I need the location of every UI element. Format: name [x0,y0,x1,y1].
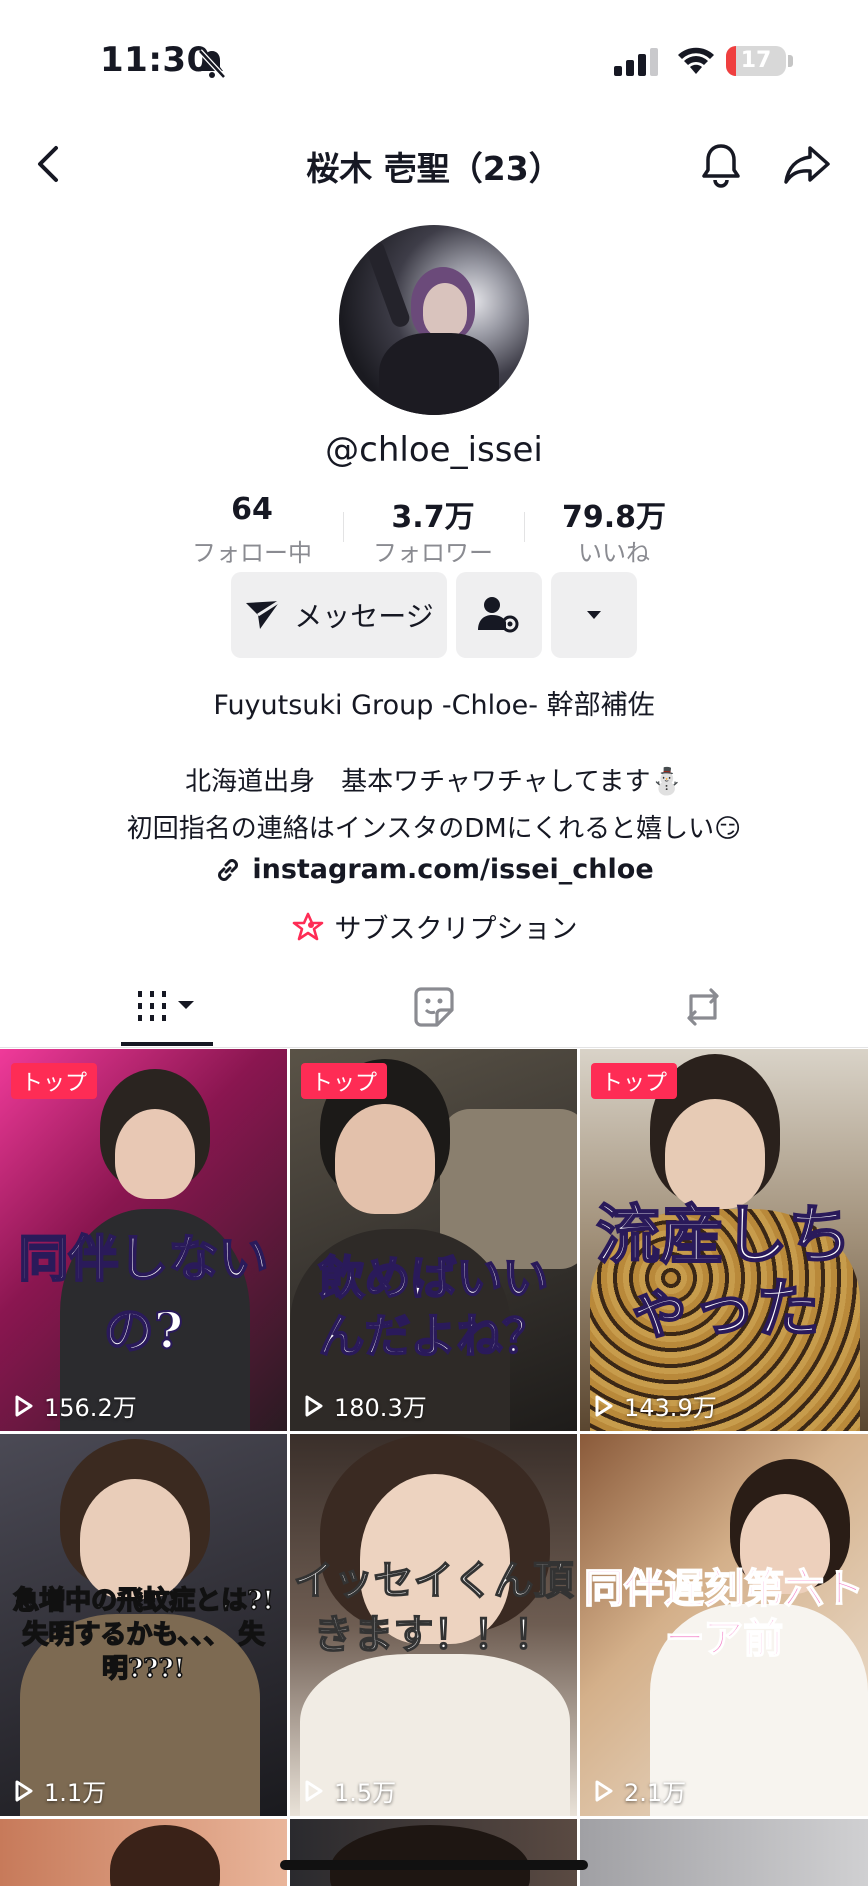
person-face [80,1479,190,1599]
video-tile[interactable]: イッセイくん頂きます！！！ 1.5万 [290,1434,577,1816]
play-icon [305,1780,323,1801]
bell-muted-icon [198,49,226,79]
view-count: 2.1万 [594,1773,686,1808]
following-label: フォロー中 [192,539,312,567]
profile-link-text: instagram.com/issei_chloe [252,854,654,885]
repost-icon[interactable] [681,986,725,1028]
video-caption: 同伴しないの? [18,1228,270,1361]
battery-percent: 17 [740,48,772,73]
play-icon [15,1395,33,1416]
person-face [665,1099,765,1209]
video-tile[interactable]: 飲めばいいんだよね？ トップ 180.3万 [290,1049,577,1431]
view-count-text: 180.3万 [334,1394,427,1422]
video-tile[interactable]: 急増中の飛蚊症とは?! 失明するかも、、、 失明???! 1.1万 [0,1434,287,1816]
play-icon [595,1395,613,1416]
wifi-icon [678,47,714,74]
send-icon [246,599,282,629]
avatar[interactable] [339,225,529,415]
view-count-text: 1.5万 [334,1779,397,1807]
bell-icon[interactable] [696,142,746,188]
video-tile[interactable] [290,1819,577,1886]
caret-down-icon [587,611,601,619]
bio-line: 初回指名の連絡はインスタのDMにくれると嬉しい😏 [126,814,742,844]
video-tile[interactable]: 同伴遅刻第六トーア前 2.1万 [580,1434,868,1816]
likes-count[interactable]: 79.8万 [514,492,714,536]
view-count-text: 156.2万 [44,1394,137,1422]
video-tile[interactable] [580,1819,868,1886]
play-icon [305,1395,323,1416]
message-button-label: メッセージ [294,600,434,633]
view-count: 1.5万 [304,1773,396,1808]
play-icon [15,1780,33,1801]
page-title: 桜木 壱聖（23） [306,149,562,188]
message-button[interactable]: メッセージ [231,572,447,658]
link-icon [218,858,239,881]
active-tab-indicator [121,1042,213,1046]
followers-count[interactable]: 3.7万 [333,492,533,536]
video-caption: 飲めばいいんだよね？ [318,1250,550,1364]
play-icon [595,1780,613,1801]
following-count[interactable]: 64 [152,492,352,527]
video-thumbnail [580,1819,868,1886]
chevron-left-icon[interactable] [34,144,62,184]
view-count: 1.1万 [14,1773,106,1808]
view-count: 156.2万 [14,1388,137,1423]
cellular-signal-icon [614,48,658,76]
top-badge: トップ [591,1063,678,1099]
top-badge: トップ [11,1063,98,1099]
profile-group: Fuyutsuki Group -Chloe- 幹部補佐 [213,690,655,721]
video-caption: イッセイくん頂きます！！！ [293,1556,575,1659]
friend-settings-button[interactable] [456,572,542,658]
video-caption: 流産しちゃった [595,1198,853,1348]
view-count: 143.9万 [594,1388,717,1423]
profile-link[interactable]: instagram.com/issei_chloe [0,854,868,885]
video-caption: 同伴遅刻第六トーア前 [583,1564,865,1663]
username-handle: @chloe_issei [325,430,543,470]
video-tile[interactable] [0,1819,287,1886]
star-rocket-icon [292,912,323,940]
person-face [335,1104,435,1214]
likes-label: いいね [578,539,650,567]
battery-indicator: 17 [726,46,786,76]
grid-icon[interactable] [136,987,200,1027]
followers-label: フォロワー [373,539,493,567]
share-arrow-icon[interactable] [782,144,832,186]
view-count-text: 2.1万 [624,1779,687,1807]
video-tile[interactable]: 同伴しないの? トップ 156.2万 [0,1049,287,1431]
battery-tip [788,55,793,67]
top-badge: トップ [301,1063,388,1099]
subscription-link[interactable]: サブスクリプション [0,907,868,946]
subscription-label: サブスクリプション [334,914,578,945]
view-count-text: 143.9万 [624,1394,717,1422]
more-options-button[interactable] [551,572,637,658]
bio-line: 北海道出身 基本ワチャワチャしてます⛄ [185,767,683,797]
view-count: 180.3万 [304,1388,427,1423]
person-face [115,1109,195,1199]
video-tile[interactable]: 流産しちゃった トップ 143.9万 [580,1049,868,1431]
user-gear-icon [478,597,519,633]
view-count-text: 1.1万 [44,1779,107,1807]
status-time: 11:30 [100,40,211,80]
sticker-icon[interactable] [413,986,455,1028]
home-indicator[interactable] [280,1860,588,1870]
video-caption: 急増中の飛蚊症とは?! 失明するかも、、、 失明???! [12,1585,274,1685]
tab-divider [0,1047,868,1048]
